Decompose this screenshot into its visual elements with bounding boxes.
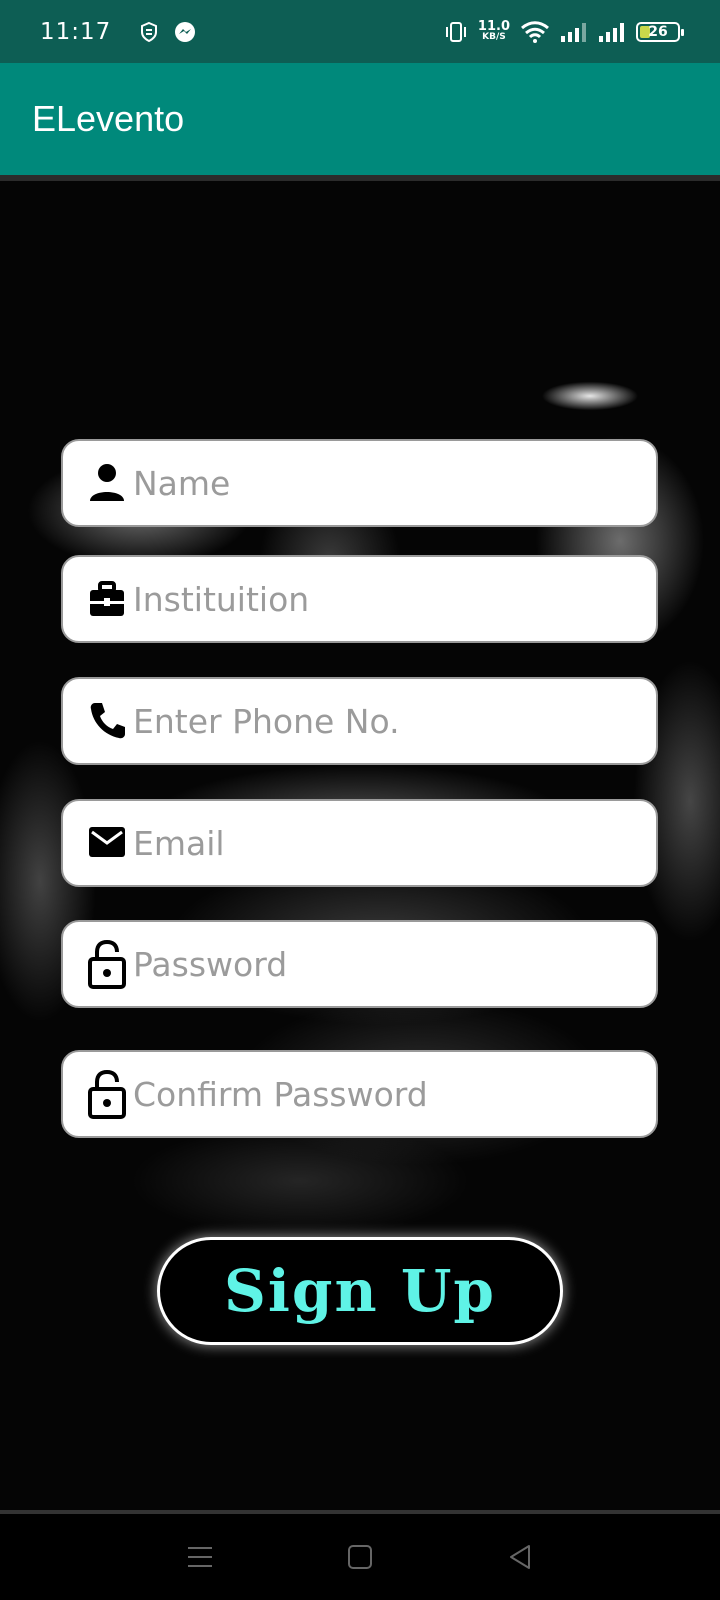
institution-input[interactable]	[133, 569, 656, 629]
mail-icon	[87, 819, 127, 867]
home-button[interactable]	[330, 1527, 390, 1587]
battery-level: 26	[648, 23, 668, 40]
wifi-icon	[521, 20, 549, 43]
app-bar: ELevento	[0, 63, 720, 175]
shield-notification-icon	[141, 21, 158, 42]
phone-field[interactable]	[61, 677, 658, 765]
briefcase-icon	[87, 575, 127, 623]
sign-up-button[interactable]: Sign Up	[157, 1237, 563, 1345]
signal-icon-2	[599, 22, 624, 42]
email-field[interactable]	[61, 799, 658, 887]
navigation-bar	[0, 1510, 720, 1600]
confirm-password-input[interactable]	[133, 1064, 656, 1124]
status-notification-icons	[139, 20, 197, 44]
confirm-password-field[interactable]	[61, 1050, 658, 1138]
back-triangle-icon	[510, 1545, 530, 1569]
signal-icon-1	[561, 22, 586, 42]
status-right-icons: 11.0 KB/S 26	[444, 18, 684, 44]
network-speed-unit: KB/S	[482, 31, 506, 42]
battery-icon: 26	[636, 21, 684, 42]
menu-icon	[188, 1547, 212, 1567]
back-button[interactable]	[490, 1527, 550, 1587]
messenger-icon	[175, 21, 196, 42]
vibrate-icon	[445, 21, 466, 42]
lock-open-icon	[87, 939, 127, 989]
password-input[interactable]	[133, 934, 656, 994]
square-icon	[348, 1545, 372, 1569]
password-field[interactable]	[61, 920, 658, 1008]
person-icon	[87, 459, 127, 507]
email-input[interactable]	[133, 813, 656, 873]
name-input[interactable]	[133, 453, 656, 513]
recent-apps-button[interactable]	[170, 1527, 230, 1587]
network-speed-value: 11.0	[477, 18, 510, 34]
phone-input[interactable]	[133, 691, 656, 751]
status-time: 11:17	[40, 18, 112, 45]
name-field[interactable]	[61, 439, 658, 527]
institution-field[interactable]	[61, 555, 658, 643]
lock-open-icon	[87, 1069, 127, 1119]
app-title: ELevento	[32, 98, 185, 139]
status-bar: 11:17 11.0 KB/S 26	[0, 0, 720, 63]
sign-up-label: Sign Up	[224, 1257, 496, 1325]
phone-icon	[87, 697, 127, 745]
network-speed: 11.0 KB/S	[477, 18, 510, 42]
